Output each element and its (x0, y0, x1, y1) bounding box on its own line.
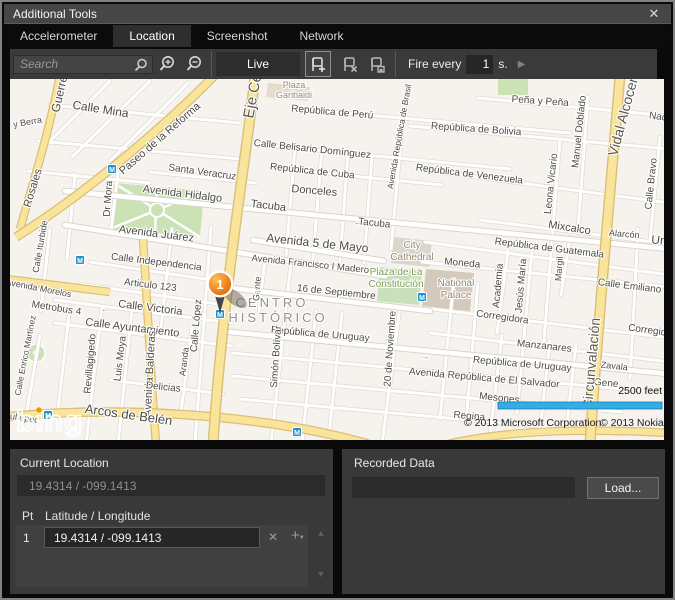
map-street-label: Peña y Peña (511, 94, 569, 109)
current-location-panel: Current Location Pt Latitude / Longitude… (10, 449, 333, 594)
map-street-label: Cathedral (390, 252, 433, 263)
current-location-value (17, 475, 325, 496)
map-street-label: Calle Mina (72, 98, 131, 121)
live-button[interactable]: Live (216, 52, 300, 76)
seconds-label: s. (498, 57, 508, 71)
map-street-label: Calle Emiliano Zapata (597, 277, 664, 300)
scale-label: 2500 feet (618, 385, 662, 397)
title-bar: Additional Tools ✕ (4, 4, 671, 24)
additional-tools-window: Additional Tools ✕ Accelerometer Locatio… (0, 0, 675, 600)
tab-location[interactable]: Location (113, 25, 191, 47)
add-point-icon[interactable]: +▼ (291, 527, 306, 544)
map-street-label: Calle Belisario Domínguez (253, 138, 371, 161)
zoom-in-icon (159, 56, 174, 71)
load-button[interactable]: Load... (587, 477, 659, 499)
tab-network[interactable]: Network (283, 25, 359, 47)
caret-down-icon: ▼ (298, 535, 305, 541)
recorded-data-input[interactable] (352, 477, 575, 498)
svg-text:M: M (294, 430, 300, 437)
toolbar-separator (395, 51, 396, 77)
points-list: 1 ✕ +▼ (15, 525, 308, 587)
map-street-label: City (403, 240, 420, 251)
fire-every-label: Fire every (408, 57, 462, 71)
map-street-label: Eje Central (240, 79, 271, 120)
map-street-label: Arcos de Belén (84, 401, 173, 428)
metro-station-icon: M (417, 292, 427, 302)
pin-number: 1 (216, 277, 223, 292)
interval-input[interactable] (466, 54, 494, 74)
map-street-label: y Berra (12, 115, 42, 130)
map-street-label: Palace (441, 290, 472, 301)
map-street-label: Nacional (648, 110, 664, 126)
zoom-out-button[interactable] (181, 51, 207, 77)
map-street-label: Garibaldi (276, 90, 312, 100)
map-street-label: República de Perú (291, 103, 374, 121)
tab-accelerometer[interactable]: Accelerometer (4, 25, 113, 47)
recorded-data-panel: Recorded Data Load... (342, 449, 665, 594)
current-location-title: Current Location (20, 456, 109, 470)
map-street-label: CENTRO (236, 295, 309, 310)
latlng-column-header: Latitude / Longitude (45, 509, 151, 523)
metro-station-icon: M (75, 255, 85, 265)
map-street-label: Margil (553, 256, 565, 281)
zoom-out-icon (186, 56, 201, 71)
map-street-label: Santa Veracruz (168, 162, 237, 182)
pt-column-header: Pt (22, 509, 34, 523)
map-street-label: Donceles (291, 183, 338, 199)
map-street-label: República de Bolivia (431, 121, 523, 138)
map-street-label: Plaza (283, 80, 306, 90)
bing-logo: bing (15, 404, 83, 439)
scroll-down-icon[interactable]: ▼ (313, 569, 329, 579)
location-toolbar: Live Fire e (10, 49, 657, 79)
map-street-label: → (420, 351, 430, 362)
pin-save-icon (371, 57, 385, 73)
svg-text:M: M (109, 167, 115, 174)
point-latlng-input[interactable] (44, 527, 260, 548)
svg-text:M: M (77, 258, 83, 265)
search-input[interactable] (13, 54, 153, 74)
map-street-label: Moneda (444, 256, 481, 270)
tab-bar: Accelerometer Location Screenshot Networ… (4, 25, 671, 47)
tab-screenshot[interactable]: Screenshot (191, 25, 284, 47)
recorded-data-title: Recorded Data (354, 456, 435, 470)
window-title: Additional Tools (13, 6, 97, 21)
close-icon[interactable]: ✕ (645, 5, 663, 23)
metro-station-icon: M (107, 164, 117, 174)
remove-point-icon[interactable]: ✕ (268, 530, 278, 544)
map-street-label: Tacuba (358, 216, 392, 230)
toolbar-separator (211, 51, 212, 77)
delete-pin-button[interactable] (337, 51, 363, 77)
search-icon (134, 58, 147, 71)
attribution-microsoft: © 2013 Microsoft Corporation (464, 417, 601, 429)
map-street-label: Rosales (22, 167, 45, 209)
attribution-nokia: © 2013 Nokia (600, 417, 664, 429)
map-street-label: República de Cuba (269, 162, 355, 182)
map-street-label: HISTÓRICO (228, 310, 327, 325)
map-attribution: © 2013 Microsoft Corporation © 2013 Noki… (464, 417, 664, 429)
save-pins-button[interactable] (364, 51, 390, 77)
point-index: 1 (23, 531, 30, 545)
add-pin-button[interactable] (305, 51, 331, 77)
map-street-label: Constitución (368, 279, 423, 290)
map-canvas[interactable]: Guerrero y Berra Calle Mina Paseo de la Ref… (10, 79, 664, 440)
zoom-in-button[interactable] (154, 51, 180, 77)
scroll-up-icon[interactable]: ▲ (313, 528, 329, 538)
svg-text:bing: bing (16, 405, 83, 438)
svg-text:M: M (419, 295, 425, 302)
pin-add-icon (312, 57, 325, 72)
play-icon[interactable]: ▶ (518, 59, 526, 70)
map-street-label: → (253, 285, 263, 296)
pin-delete-icon (344, 57, 358, 73)
map-street-label: ← (100, 304, 110, 315)
map-street-label: Plaza de La (370, 267, 423, 278)
map-street-label: National (438, 278, 475, 289)
svg-text:M: M (217, 312, 223, 319)
metro-station-icon: M (292, 427, 302, 437)
